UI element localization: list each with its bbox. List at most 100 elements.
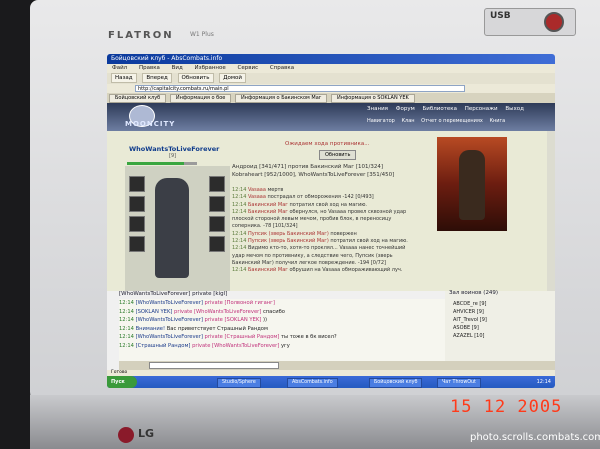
photo-date-stamp: 15 12 2005 — [450, 397, 563, 417]
back-button[interactable]: Назад — [111, 73, 137, 83]
chat-time: 12:14 — [119, 334, 136, 340]
lg-logo-icon — [118, 427, 134, 443]
chat-time: 12:14 — [119, 308, 136, 315]
hp-bar-fill — [127, 162, 185, 165]
chat-text: )) — [262, 317, 267, 323]
start-button[interactable]: Пуск — [107, 376, 137, 388]
log-entry: соперника. -78 [101/324] — [232, 223, 432, 230]
player-name[interactable]: WhoWantsToLiveForever — [129, 145, 219, 153]
log-time: 12:14 — [232, 245, 248, 252]
menu-favorites[interactable]: Избранное — [195, 65, 226, 71]
address-bar: http://capitalcity.combats.ru/main.pl — [107, 84, 555, 93]
chat-sender[interactable]: [SOKLAN YEK] — [136, 309, 174, 315]
home-button[interactable]: Домой — [219, 73, 247, 83]
menu-tools[interactable]: Сервис — [238, 65, 259, 71]
taskbar-item[interactable]: Бойцовский клуб — [369, 378, 423, 388]
chat-sender[interactable]: [WhoWantsToLiveForever] — [136, 300, 205, 306]
enemy-figure — [459, 150, 485, 220]
log-name[interactable]: Пупсик (зверь Бакинский Маг) — [248, 231, 330, 237]
chat-sender[interactable]: Внимание! — [136, 326, 167, 332]
chat-private[interactable]: private [WhoWantsToLiveForever] — [192, 343, 281, 349]
nav-exit[interactable]: Выход — [505, 106, 524, 112]
refresh-button[interactable]: Обновить — [177, 73, 214, 83]
belt-slot-icon[interactable] — [129, 236, 145, 252]
tab-mage-info[interactable]: Информация о Бакинском Маг — [234, 94, 328, 103]
log-message: плоской стороной левым мечом, пробив бло… — [232, 216, 392, 223]
chat-private[interactable]: private [WhoWantsToLiveForever] — [174, 309, 263, 315]
log-time: 12:14 — [232, 208, 248, 215]
log-entry: 12:14 Видимо кто-то, хотя-то проклял... … — [232, 245, 432, 252]
chat-message: 12:14 [Страшный Рандом] private [WhoWant… — [119, 342, 449, 351]
game-nav: Знания Форум Библиотека Персонажи Выход — [367, 106, 530, 112]
battle-allies: Kobraheart [952/1000], WhoWantsToLiveFor… — [232, 172, 395, 178]
battle-scrollbar[interactable] — [547, 131, 555, 291]
online-user[interactable]: ASOBE [9] — [445, 324, 555, 332]
chat-private[interactable]: private [SOKLAN YEK] — [205, 317, 263, 323]
log-time: 12:14 — [232, 194, 248, 201]
browser-toolbar: Назад Вперед Обновить Домой — [107, 73, 555, 84]
menu-file[interactable]: Файл — [112, 65, 127, 71]
log-name[interactable]: Vasaaa — [248, 187, 267, 193]
log-name[interactable]: Бакинский Маг — [248, 209, 289, 215]
chat-input-bar — [119, 361, 555, 370]
log-name[interactable]: Пупсик (зверь Бакинский Маг) — [248, 238, 330, 244]
online-user[interactable]: ABCDE_re [9] — [445, 300, 555, 308]
nav-library[interactable]: Библиотека — [422, 106, 456, 112]
tab-soklan-info[interactable]: Информация о SOKLAN YEK — [331, 94, 415, 103]
helmet-slot-icon[interactable] — [129, 176, 145, 192]
chat-header: [WhoWantsToLiveForever] private [kigl] — [119, 291, 228, 297]
address-input[interactable]: http://capitalcity.combats.ru/main.pl — [135, 85, 465, 92]
log-time: 12:14 — [232, 238, 248, 245]
subnav-moves[interactable]: Отчет о перемещениях — [421, 118, 483, 124]
browser-menu-bar: Файл Правка Вид Избранное Сервис Справка — [107, 64, 555, 73]
player-silhouette — [155, 178, 189, 278]
ring-slot-icon[interactable] — [209, 176, 225, 192]
subnav-clan[interactable]: Клан — [401, 118, 414, 124]
chat-sender[interactable]: [Страшный Рандом] — [136, 343, 192, 349]
chat-private[interactable]: private [Полвоной гиганг] — [205, 300, 275, 306]
taskbar-item[interactable]: Studio/Sphere — [217, 378, 261, 388]
log-name[interactable]: Vasaaa — [248, 194, 267, 200]
online-user[interactable]: AIT_Trevol [9] — [445, 316, 555, 324]
log-name[interactable]: Бакинский Маг — [248, 267, 289, 273]
gloves-slot-icon[interactable] — [209, 196, 225, 212]
subnav-book[interactable]: Книга — [489, 118, 505, 124]
online-user[interactable]: AZAZEL [10] — [445, 332, 555, 340]
taskbar-clock: 12:14 — [536, 379, 551, 385]
shield-slot-icon[interactable] — [209, 216, 225, 232]
chat-text: угу — [280, 342, 290, 349]
nav-characters[interactable]: Персонажи — [465, 106, 498, 112]
armor-slot-icon[interactable] — [129, 196, 145, 212]
taskbar-item[interactable]: Чат ThrowOut — [437, 378, 481, 388]
chat-time: 12:14 — [119, 300, 136, 306]
log-message: Видимо кто-то, хотя-то проклял... Vasaaa… — [248, 245, 406, 252]
boots-slot-icon[interactable] — [209, 236, 225, 252]
subnav-navigator[interactable]: Навигатор — [367, 118, 395, 124]
tab-fight-club[interactable]: Бойцовский клуб — [109, 94, 167, 103]
tab-battle-info[interactable]: Информация о бое — [169, 94, 232, 103]
nav-knowledge[interactable]: Знания — [367, 106, 388, 112]
menu-edit[interactable]: Правка — [139, 65, 160, 71]
battle-refresh-button[interactable]: Обновить — [319, 150, 357, 160]
taskbar-item[interactable]: AbsCombats.info — [287, 378, 338, 388]
chat-sender[interactable]: [WhoWantsToLiveForever] — [136, 334, 205, 340]
chat-private[interactable]: private [Страшный Рандом] — [205, 334, 281, 340]
log-message: мертв — [267, 187, 284, 193]
log-message: потратил свой ход на магию. — [289, 201, 368, 208]
chat-sender[interactable]: [WhoWantsToLiveForever] — [136, 317, 205, 323]
log-message: соперника. -78 [101/324] — [232, 223, 298, 230]
weapon-slot-icon[interactable] — [129, 216, 145, 232]
log-name[interactable]: Бакинский Маг — [248, 202, 289, 208]
photo-credit: photo.scrolls.combats.com — [470, 432, 600, 443]
chat-message: 12:14 [WhoWantsToLiveForever] private [S… — [119, 316, 449, 325]
menu-help[interactable]: Справка — [270, 65, 294, 71]
waiting-status: Ожидаем хода противника... — [285, 141, 370, 147]
nav-forum[interactable]: Форум — [396, 106, 415, 112]
menu-view[interactable]: Вид — [172, 65, 183, 71]
online-user[interactable]: AHVICER [9] — [445, 308, 555, 316]
chat-input[interactable] — [149, 362, 279, 369]
battle-opponents: Андроид [341/471] против Бакинский Маг [… — [232, 164, 384, 170]
monitor-screen: Бойцовский клуб - AbsCombats.info Файл П… — [107, 54, 555, 388]
forward-button[interactable]: Вперед — [142, 73, 172, 83]
monitor-brand: FLATRON — [108, 30, 174, 41]
